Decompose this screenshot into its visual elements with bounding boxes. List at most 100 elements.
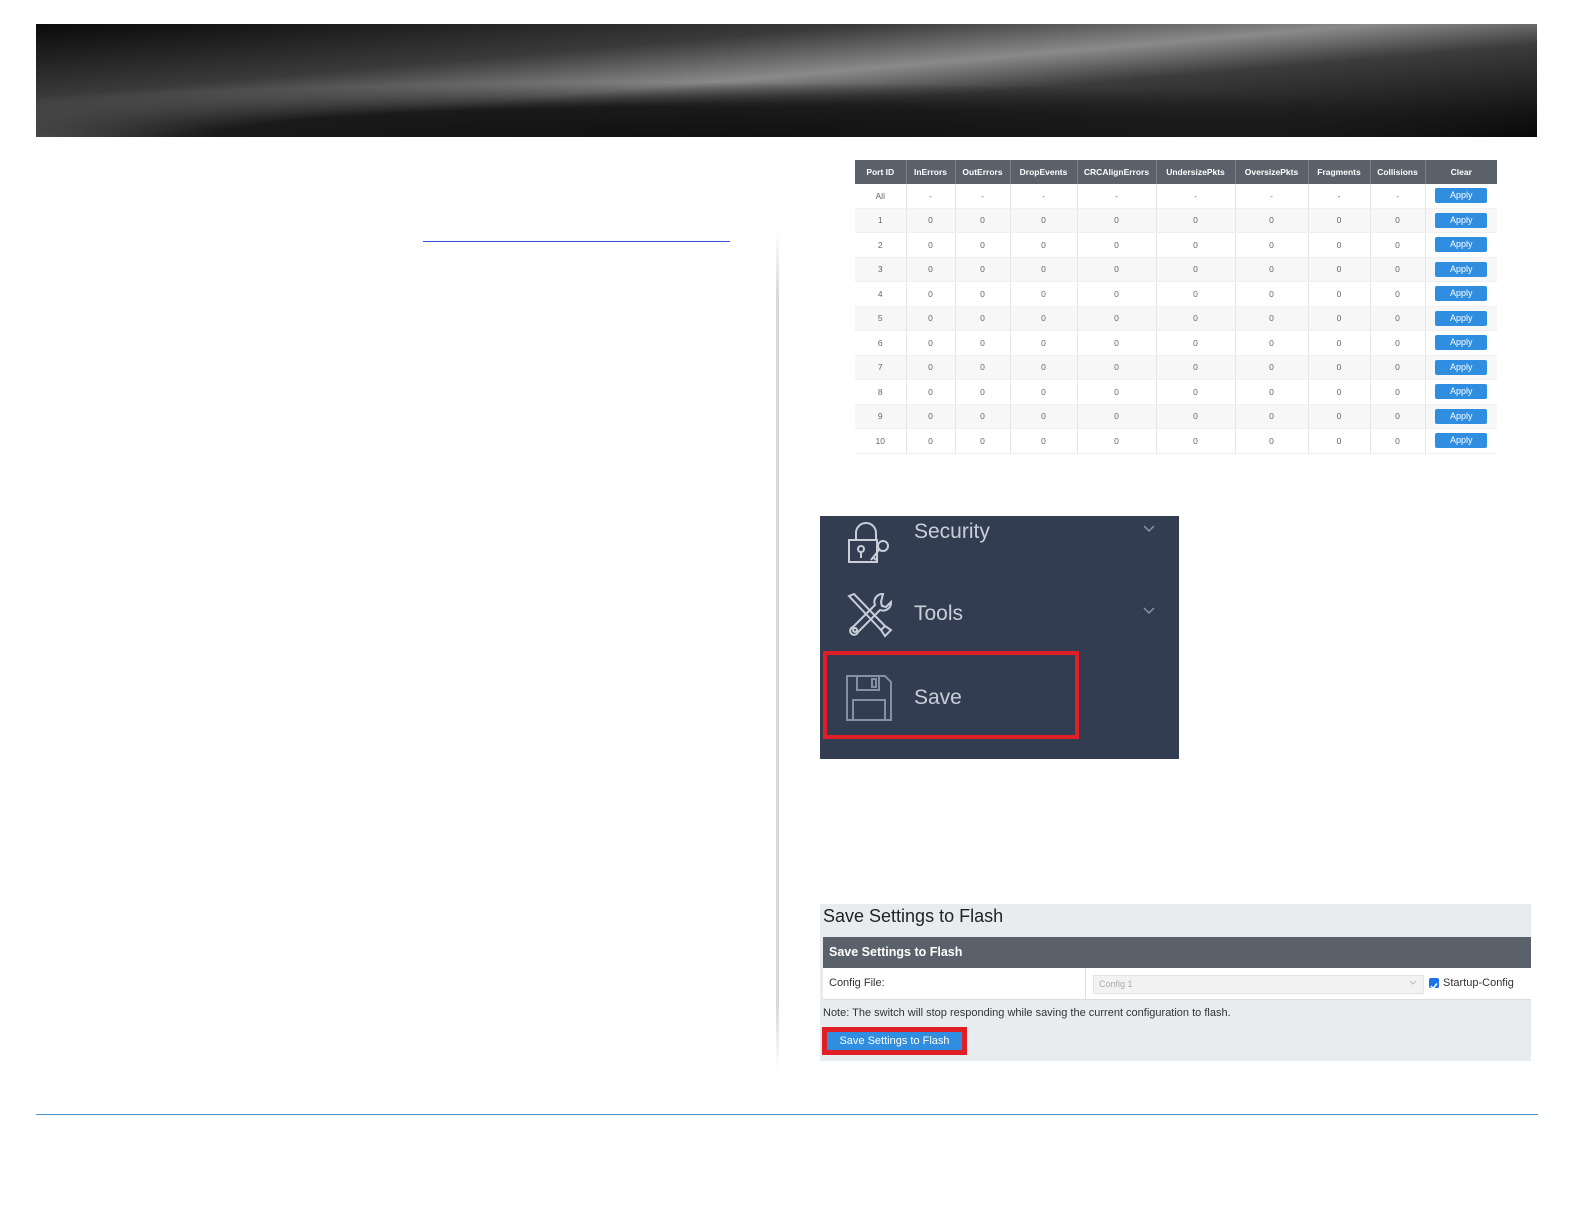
table-cell: 0 bbox=[1010, 306, 1078, 331]
table-cell: 0 bbox=[1077, 379, 1157, 405]
table-row: 4 0 0 0 0 0 0 0 0 Apply bbox=[855, 281, 1497, 307]
clear-cell: Apply bbox=[1425, 379, 1497, 405]
apply-button[interactable]: Apply bbox=[1435, 188, 1488, 204]
table-cell: 0 bbox=[1370, 208, 1426, 233]
table-cell: 10 bbox=[855, 428, 907, 454]
table-row: 3 0 0 0 0 0 0 0 0 Apply bbox=[855, 257, 1497, 282]
table-cell: 0 bbox=[1308, 281, 1371, 307]
table-cell: 0 bbox=[1370, 379, 1426, 405]
row-separator bbox=[1085, 968, 1086, 999]
table-cell: 0 bbox=[1308, 257, 1371, 282]
table-cell: 0 bbox=[1308, 404, 1371, 429]
table-cell: 0 bbox=[906, 330, 956, 356]
link-underline[interactable] bbox=[423, 241, 730, 242]
save-button-highlight: Save Settings to Flash bbox=[822, 1027, 967, 1055]
table-cell: - bbox=[1010, 184, 1078, 209]
clear-cell: Apply bbox=[1425, 404, 1497, 429]
table-cell: 0 bbox=[955, 232, 1011, 258]
apply-button[interactable]: Apply bbox=[1435, 408, 1488, 424]
table-cell: 0 bbox=[1077, 428, 1157, 454]
table-cell: 0 bbox=[1156, 379, 1236, 405]
column-header: DropEvents bbox=[1010, 160, 1078, 184]
table-cell: 0 bbox=[955, 281, 1011, 307]
table-cell: 0 bbox=[1370, 428, 1426, 454]
page-title: Save Settings to Flash bbox=[823, 906, 1004, 926]
column-divider bbox=[776, 230, 779, 1070]
table-cell: 0 bbox=[955, 379, 1011, 405]
table-cell: 0 bbox=[906, 232, 956, 258]
clear-cell: Apply bbox=[1425, 257, 1497, 282]
section-header: Save Settings to Flash bbox=[823, 937, 1531, 968]
apply-button[interactable]: Apply bbox=[1435, 310, 1488, 326]
table-cell: 0 bbox=[906, 428, 956, 454]
startup-config-checkbox[interactable] bbox=[1429, 978, 1439, 990]
table-cell: 0 bbox=[1010, 281, 1078, 307]
column-header: Clear bbox=[1425, 160, 1497, 184]
menu-label-tools: Tools bbox=[914, 602, 964, 625]
clear-cell: Apply bbox=[1425, 355, 1497, 380]
table-cell: 0 bbox=[1077, 330, 1157, 356]
config-file-select[interactable]: Config 1 bbox=[1093, 975, 1424, 994]
column-header: Fragments bbox=[1308, 160, 1371, 184]
table-cell: 0 bbox=[955, 208, 1011, 233]
table-cell: 0 bbox=[1235, 208, 1309, 233]
table-cell: 0 bbox=[1308, 379, 1371, 405]
table-cell: 0 bbox=[1077, 257, 1157, 282]
table-cell: 0 bbox=[1156, 208, 1236, 233]
table-cell: 0 bbox=[1156, 232, 1236, 258]
clear-cell: Apply bbox=[1425, 428, 1497, 454]
apply-button[interactable]: Apply bbox=[1435, 384, 1488, 400]
apply-button[interactable]: Apply bbox=[1435, 261, 1488, 277]
table-cell: 0 bbox=[1370, 281, 1426, 307]
column-header: Collisions bbox=[1370, 160, 1426, 184]
table-cell: - bbox=[906, 184, 956, 209]
table-cell: 0 bbox=[955, 428, 1011, 454]
table-cell: 0 bbox=[906, 379, 956, 405]
chevron-down-icon[interactable] bbox=[1142, 522, 1156, 536]
apply-button[interactable]: Apply bbox=[1435, 433, 1488, 449]
table-cell: 0 bbox=[1010, 232, 1078, 258]
table-cell: 0 bbox=[906, 404, 956, 429]
apply-button[interactable]: Apply bbox=[1435, 359, 1488, 375]
table-cell: 0 bbox=[1010, 330, 1078, 356]
table-cell: 6 bbox=[855, 330, 907, 356]
table-cell: 0 bbox=[1235, 404, 1309, 429]
table-row: 2 0 0 0 0 0 0 0 0 Apply bbox=[855, 232, 1497, 258]
column-header: InErrors bbox=[906, 160, 956, 184]
column-header: Port ID bbox=[855, 160, 907, 184]
table-cell: 4 bbox=[855, 281, 907, 307]
chevron-down-icon[interactable] bbox=[1142, 604, 1156, 618]
save-settings-button[interactable]: Save Settings to Flash bbox=[827, 1032, 962, 1050]
error-statistics-table: Port ID InErrors OutErrors DropEvents CRCAli… bbox=[855, 160, 1497, 454]
table-row: 9 0 0 0 0 0 0 0 0 Apply bbox=[855, 404, 1497, 429]
table-row: 10 0 0 0 0 0 0 0 0 Apply bbox=[855, 428, 1497, 454]
table-cell: 8 bbox=[855, 379, 907, 405]
table-cell: 0 bbox=[1156, 428, 1236, 454]
table-cell: 0 bbox=[1077, 208, 1157, 233]
apply-button[interactable]: Apply bbox=[1435, 237, 1488, 253]
startup-config-label: Startup-Config bbox=[1443, 977, 1514, 989]
table-row: 6 0 0 0 0 0 0 0 0 Apply bbox=[855, 330, 1497, 356]
table-cell: 0 bbox=[1308, 232, 1371, 258]
table-cell: 0 bbox=[1156, 355, 1236, 380]
clear-cell: Apply bbox=[1425, 208, 1497, 233]
table-cell: 0 bbox=[1156, 330, 1236, 356]
clear-cell: Apply bbox=[1425, 232, 1497, 258]
apply-button[interactable]: Apply bbox=[1435, 286, 1488, 302]
menu-label-security: Security bbox=[914, 520, 990, 543]
table-cell: 1 bbox=[855, 208, 907, 233]
table-cell: 0 bbox=[1156, 257, 1236, 282]
table-cell: 0 bbox=[906, 306, 956, 331]
table-cell: 0 bbox=[906, 281, 956, 307]
config-file-value: Config 1 bbox=[1099, 979, 1133, 989]
menu-item-security[interactable]: Security bbox=[820, 516, 1179, 580]
table-cell: 0 bbox=[1010, 428, 1078, 454]
lock-key-icon bbox=[848, 522, 889, 563]
table-cell: 0 bbox=[955, 257, 1011, 282]
column-header: CRCAlignErrors bbox=[1077, 160, 1157, 184]
table-cell: 0 bbox=[1235, 330, 1309, 356]
table-row: 7 0 0 0 0 0 0 0 0 Apply bbox=[855, 355, 1497, 380]
apply-button[interactable]: Apply bbox=[1435, 212, 1488, 228]
apply-button[interactable]: Apply bbox=[1435, 335, 1488, 351]
table-cell: 0 bbox=[1370, 306, 1426, 331]
